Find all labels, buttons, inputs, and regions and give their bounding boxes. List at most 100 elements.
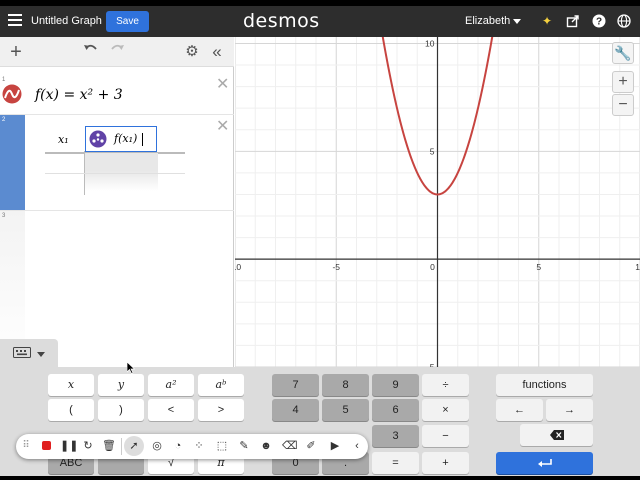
x-tick-label: 0: [430, 262, 435, 272]
key-arrow-right[interactable]: →: [546, 399, 593, 421]
table-row[interactable]: 2 ✕ x₁ f(x₁): [0, 115, 234, 211]
key-close-paren-label: ): [119, 404, 123, 416]
user-menu[interactable]: Elizabeth: [465, 15, 510, 27]
key-backspace[interactable]: [520, 424, 593, 446]
emoji-icon[interactable]: ☻: [259, 439, 273, 453]
key-a-power-b[interactable]: aᵇ: [198, 374, 244, 396]
key-divide[interactable]: ÷: [422, 374, 469, 396]
y-tick-label: 10: [425, 38, 435, 48]
backspace-icon: [549, 430, 564, 440]
key-8[interactable]: 8: [322, 374, 369, 396]
redo-icon[interactable]: [108, 42, 126, 62]
key-6-label: 6: [392, 404, 399, 416]
graph-canvas[interactable]: -10-50510105-5: [235, 37, 640, 367]
key-4[interactable]: 4: [272, 399, 319, 421]
settings-gear-icon[interactable]: ⚙: [184, 42, 200, 62]
key-arrow-left-label: ←: [514, 404, 525, 416]
key-divide-label: ÷: [442, 379, 449, 391]
top-bar: Untitled Graph Save desmos Elizabeth ✦ ?: [0, 6, 640, 37]
expression-formula[interactable]: f(x) = x² + 3: [35, 87, 123, 103]
key-a-squared[interactable]: a²: [148, 374, 194, 396]
cursor-pointer-icon[interactable]: ➚: [124, 436, 144, 456]
graph-color-icon[interactable]: [2, 84, 22, 104]
expression-gutter-selected: [0, 115, 25, 210]
undo-icon[interactable]: [82, 42, 100, 62]
collapse-list-icon[interactable]: «: [208, 42, 226, 62]
hamburger-menu-icon[interactable]: [8, 14, 22, 28]
key-enter[interactable]: [496, 452, 593, 474]
crop-area-icon[interactable]: ⬚: [215, 439, 229, 453]
pen-icon[interactable]: ✎: [237, 439, 251, 453]
pause-icon[interactable]: ❚❚: [60, 439, 78, 453]
laser-icon[interactable]: ⁘: [192, 439, 206, 453]
key-x[interactable]: x: [48, 374, 94, 396]
add-item-icon[interactable]: +: [8, 42, 24, 62]
camera-icon[interactable]: ▶: [328, 439, 342, 453]
chevron-down-icon[interactable]: [513, 19, 521, 24]
eraser-icon[interactable]: ⌫: [282, 439, 298, 453]
key-multiply-label: ×: [442, 404, 449, 416]
key-minus-label: −: [442, 430, 449, 442]
functions-button[interactable]: functions: [496, 374, 593, 396]
recorder-toolbar: ⠿ ❚❚ ↻ 🗑 ➚ ◎ ◔ ⁘ ⬚ ✎ ☻ ⌫ ✐ ▶ ‹: [16, 434, 368, 459]
key-a-squared-label: a²: [165, 378, 177, 391]
graph-title[interactable]: Untitled Graph: [31, 15, 102, 27]
key-7[interactable]: 7: [272, 374, 319, 396]
key-x-label: x: [67, 378, 75, 391]
wrench-icon[interactable]: 🔧: [612, 42, 634, 64]
drag-handle-icon[interactable]: ⠿: [19, 439, 33, 453]
key-greater-than[interactable]: >: [198, 399, 244, 421]
restart-icon[interactable]: ↻: [81, 439, 95, 453]
table-row-divider: [45, 173, 185, 174]
expression-number: 2: [2, 117, 6, 123]
save-button[interactable]: Save: [106, 11, 149, 32]
keyboard-toggle[interactable]: [0, 339, 58, 367]
record-stop-icon[interactable]: [39, 439, 53, 453]
globe-icon[interactable]: [617, 14, 631, 28]
table-header-input[interactable]: f(x₁): [85, 126, 157, 152]
table-cell[interactable]: [84, 171, 158, 191]
key-y[interactable]: y: [98, 374, 144, 396]
graph-paper[interactable]: -10-50510105-5 🔧 + −: [235, 37, 640, 367]
key-minus[interactable]: −: [422, 425, 469, 447]
delete-expression-icon[interactable]: ✕: [216, 77, 229, 93]
x-tick-label: -10: [235, 262, 241, 272]
key-9[interactable]: 9: [372, 374, 419, 396]
highlighter-icon[interactable]: ✐: [304, 439, 318, 453]
functions-button-label: functions: [522, 379, 567, 391]
spotlight-icon[interactable]: ◔: [171, 439, 185, 453]
sparkle-icon[interactable]: ✦: [540, 14, 554, 28]
click-ripple-icon[interactable]: ◎: [150, 439, 164, 453]
zoom-in-button[interactable]: +: [612, 71, 634, 93]
keyboard-icon[interactable]: [13, 347, 31, 358]
key-3-label: 3: [392, 430, 399, 442]
help-icon[interactable]: ?: [592, 14, 606, 28]
key-5[interactable]: 5: [322, 399, 369, 421]
trash-icon[interactable]: 🗑: [102, 439, 116, 453]
key-arrow-left[interactable]: ←: [496, 399, 543, 421]
key-6[interactable]: 6: [372, 399, 419, 421]
expression-toolbar: + ⚙ «: [0, 37, 234, 67]
zoom-out-button[interactable]: −: [612, 94, 634, 116]
table-point-style-icon[interactable]: [89, 130, 107, 148]
x-tick-label: 10: [635, 262, 640, 272]
table-header-x[interactable]: x₁: [58, 133, 69, 146]
key-3[interactable]: 3: [372, 425, 419, 447]
divider: [121, 438, 122, 455]
key-less-than[interactable]: <: [148, 399, 194, 421]
table-cell[interactable]: [84, 153, 158, 171]
keypad: x y a² aᵇ() < > ABC √ π 7 8 9 ÷ 4 5 6 × 3−0. = + functions ← →: [0, 339, 640, 476]
share-icon[interactable]: [566, 14, 580, 28]
key-multiply[interactable]: ×: [422, 399, 469, 421]
key-close-paren[interactable]: ): [98, 399, 144, 421]
key-open-paren[interactable]: (: [48, 399, 94, 421]
collapse-icon[interactable]: ‹: [350, 439, 364, 453]
key-equals[interactable]: =: [372, 452, 419, 474]
key-y-label: y: [117, 378, 125, 391]
delete-expression-icon[interactable]: ✕: [216, 119, 229, 135]
expression-row[interactable]: 1 f(x) = x² + 3 ✕: [0, 75, 234, 115]
y-tick-label: 5: [430, 146, 435, 156]
chevron-down-icon[interactable]: [37, 352, 45, 357]
key-arrow-right-label: →: [564, 404, 575, 416]
key-plus[interactable]: +: [422, 452, 469, 474]
